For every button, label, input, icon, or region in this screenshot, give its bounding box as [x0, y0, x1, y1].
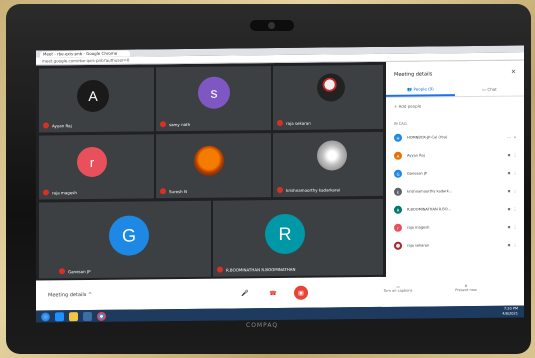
- more-icon[interactable]: ⋮: [512, 242, 518, 247]
- participant-name: krishnamoorthy kadarkarai: [277, 186, 340, 194]
- participant-tile[interactable]: R R.BOOMINATHAN R.BOOMINATHAN: [213, 198, 383, 277]
- avatar: A: [77, 79, 109, 113]
- mic-off-icon: [160, 121, 166, 128]
- add-people-button[interactable]: + Add people: [394, 104, 421, 109]
- mic-off-icon: [59, 268, 65, 275]
- more-icon[interactable]: ⋮: [512, 224, 518, 229]
- list-item[interactable]: R R.BOOMINATHAN R.BO... ✖ ⋮: [394, 203, 518, 216]
- participant-name: Suresh N: [160, 188, 187, 195]
- tab-chat[interactable]: ▭ Chat: [455, 82, 524, 96]
- more-icon[interactable]: ⋮: [512, 170, 518, 175]
- participant-name: R.BOOMINATHAN R.BOOMINATHAN: [217, 266, 296, 273]
- mic-off-icon: [277, 119, 283, 127]
- laptop-frame: Meet - rbe-qxis-pnb - Google Chrome meet…: [6, 4, 531, 354]
- list-item[interactable]: k krishnamoorthy kadark... ✖ ⋮: [394, 185, 518, 198]
- avatar-photo: [317, 140, 347, 171]
- mic-off-icon: [217, 266, 223, 273]
- tab-people[interactable]: 👥 People (9): [386, 83, 455, 97]
- meeting-details-panel: Meeting details ✕ 👥 People (9) ▭ Chat + …: [386, 60, 524, 307]
- chrome-icon[interactable]: [97, 311, 106, 321]
- mic-off-icon: [43, 189, 49, 196]
- avatar-photo: [394, 241, 402, 250]
- present-button[interactable]: ⬆ Present now: [446, 284, 486, 292]
- list-item[interactable]: raja sekaran ✖ ⋮: [394, 239, 518, 252]
- avatar: s: [198, 76, 230, 109]
- avatar-photo: [194, 145, 224, 176]
- avatar: G: [394, 169, 402, 178]
- participant-name: R.BOOMINATHAN R.BO...: [407, 207, 451, 212]
- mic-icon: 🎤: [241, 289, 249, 297]
- mic-off-icon: [43, 122, 49, 129]
- panel-tabs: 👥 People (9) ▭ Chat: [386, 82, 524, 98]
- more-icon[interactable]: ⋮: [512, 206, 518, 211]
- list-item[interactable]: G Ganesan JP ✖ ⋮: [394, 167, 518, 180]
- avatar: R: [394, 205, 402, 214]
- chevron-up-icon: ^: [88, 291, 93, 299]
- participant-name: raja magesh: [407, 225, 430, 230]
- participant-tile[interactable]: G Ganesan JP: [39, 200, 211, 279]
- avatar: R: [265, 213, 305, 255]
- ie-icon[interactable]: [55, 311, 64, 321]
- laptop-brand: COMPAQ: [246, 322, 279, 329]
- participant-tile[interactable]: krishnamoorthy kadarkarai: [273, 131, 383, 198]
- participant-tile[interactable]: s samy nath: [156, 66, 271, 132]
- participant-tile[interactable]: A Ayyan Raj: [39, 67, 154, 133]
- webcam: [250, 20, 294, 31]
- participant-name: Ganesan JP: [407, 171, 428, 176]
- camera-off-icon: ▣: [298, 289, 304, 297]
- meeting-details-button[interactable]: Meeting details ^: [48, 292, 92, 298]
- list-item[interactable]: r raja magesh ✖ ⋮: [394, 221, 518, 234]
- participant-name: Ayyan Raj: [43, 122, 72, 129]
- participant-name: raja magesh: [43, 189, 77, 196]
- participant-name: HOMNBOX-JP-Cal (You): [407, 135, 448, 140]
- mic-off-icon: [160, 188, 166, 195]
- avatar: H: [394, 133, 402, 142]
- avatar: r: [394, 223, 402, 232]
- media-icon[interactable]: [83, 311, 92, 321]
- screen: Meet - rbe-qxis-pnb - Google Chrome meet…: [36, 45, 524, 323]
- avatar: k: [394, 187, 402, 196]
- camera-button[interactable]: ▣: [294, 285, 308, 300]
- pin-icon[interactable]: ⌖: [512, 134, 518, 139]
- more-icon[interactable]: ⋮: [512, 188, 518, 193]
- video-grid: A Ayyan Raj s samy nath raja sekaran r r…: [36, 62, 386, 281]
- avatar: r: [77, 146, 107, 178]
- list-item[interactable]: A Ayyan Raj ✖ ⋮: [394, 149, 518, 162]
- more-icon[interactable]: ⋮: [512, 152, 518, 157]
- participant-tile[interactable]: r raja magesh: [39, 134, 154, 200]
- participant-name: raja sekaran: [277, 119, 311, 127]
- hangup-icon: ☎: [269, 289, 277, 297]
- clock: 7:20 PM 4/8/2021: [502, 306, 518, 316]
- panel-title: Meeting details: [394, 71, 433, 78]
- start-button[interactable]: [41, 311, 50, 322]
- mic-off-icon: [277, 186, 283, 194]
- mic-button[interactable]: 🎤: [238, 286, 252, 300]
- close-icon[interactable]: ✕: [511, 69, 516, 76]
- browser-tab[interactable]: Meet - rbe-qxis-pnb - Google Chrome: [40, 50, 130, 58]
- participant-name: Ayyan Raj: [407, 153, 425, 158]
- participant-name: raja sekaran: [407, 243, 430, 248]
- list-item[interactable]: H HOMNBOX-JP-Cal (You) ⋯ ⌖: [394, 131, 518, 144]
- leave-call-button[interactable]: ☎: [266, 286, 280, 300]
- section-label: IN CALL: [394, 121, 408, 126]
- participant-name: krishnamoorthy kadark...: [407, 189, 453, 194]
- participant-tile[interactable]: raja sekaran: [273, 64, 383, 131]
- participant-name: Ganesan JP: [59, 268, 90, 275]
- avatar: A: [394, 151, 402, 160]
- avatar-photo: [317, 73, 345, 102]
- captions-button[interactable]: ▭ Turn on captions: [378, 285, 418, 293]
- participant-tile[interactable]: Suresh N: [156, 133, 271, 199]
- folder-icon[interactable]: [69, 311, 78, 321]
- avatar: G: [109, 215, 149, 256]
- participant-name: samy nath: [160, 121, 190, 128]
